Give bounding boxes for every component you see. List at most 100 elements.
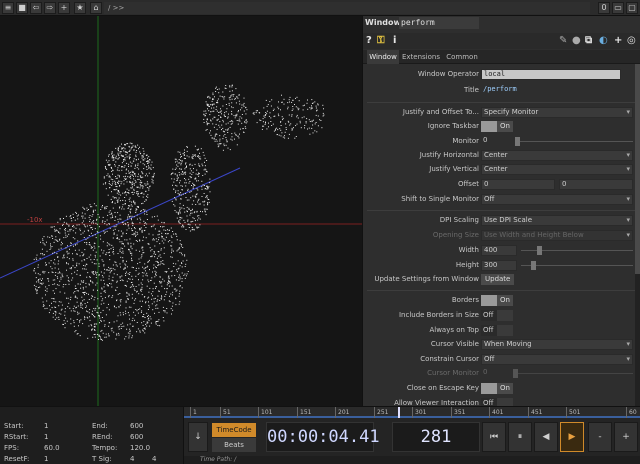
step-back-icon[interactable]: ◀ [534, 422, 558, 452]
point [195, 204, 197, 205]
target-icon[interactable]: ◎ [627, 34, 636, 48]
point [151, 249, 153, 251]
point [174, 158, 176, 160]
justify-horizontal-dropdown[interactable]: Center [481, 150, 633, 161]
frame-display[interactable]: 281 [392, 422, 480, 452]
monitor-slider-knob[interactable] [515, 137, 520, 146]
constrain-cursor-dropdown[interactable]: Off [481, 354, 633, 365]
resetf-value[interactable]: 1 [44, 455, 48, 464]
tab-window[interactable]: Window [367, 50, 399, 64]
monitor-slider[interactable] [519, 141, 633, 142]
width-field[interactable]: 400 [481, 245, 517, 256]
point [242, 128, 244, 130]
point [92, 336, 94, 338]
point [79, 230, 81, 232]
menu-icon[interactable]: ≡ [2, 2, 14, 14]
point [117, 326, 119, 328]
shift-single-monitor-dropdown[interactable]: Off [481, 194, 633, 205]
point [83, 224, 85, 225]
update-button[interactable]: Update [481, 274, 515, 285]
skip-to-start-icon[interactable]: ⏮ [482, 422, 506, 452]
borders-toggle[interactable]: On [481, 295, 513, 306]
height-slider[interactable] [521, 265, 633, 266]
ignore-taskbar-toggle[interactable]: On [481, 121, 513, 132]
tab-extensions[interactable]: Extensions [401, 50, 441, 64]
allow-viewer-toggle[interactable]: Off [481, 398, 513, 406]
end-value[interactable]: 600 [130, 422, 143, 431]
comment-icon[interactable]: ● [572, 34, 581, 48]
tempo-value[interactable]: 120.0 [130, 444, 150, 453]
point [51, 235, 53, 237]
width-slider-knob[interactable] [537, 246, 542, 255]
tsig-b-value[interactable]: 4 [152, 455, 156, 464]
help-icon[interactable]: ? [366, 34, 372, 48]
refresh-icon[interactable]: ◐ [599, 34, 608, 48]
point [106, 252, 108, 254]
dpi-scaling-dropdown[interactable]: Use DPI Scale [481, 215, 633, 226]
info-icon[interactable]: i [393, 34, 396, 48]
point [41, 280, 42, 281]
copy-icon[interactable]: ⧉ [585, 34, 592, 48]
network-path[interactable]: / >> [104, 2, 590, 14]
point [277, 129, 279, 131]
back-icon[interactable]: ⇦ [30, 2, 42, 14]
top-toolbar: ≡ ■ ⇦ ⇨ + ★ ⌂ / >> 0 ▭ ▢ [0, 0, 640, 16]
maximize-icon[interactable]: ▢ [626, 2, 638, 14]
cursor-visible-dropdown[interactable]: When Moving [481, 339, 633, 350]
split-pane-icon[interactable]: ▭ [612, 2, 624, 14]
timeline-ruler[interactable]: 1 51 101 151 201 251 301 351 401 451 501… [184, 406, 640, 419]
point [42, 270, 44, 272]
height-field[interactable]: 300 [481, 260, 517, 271]
justify-vertical-dropdown[interactable]: Center [481, 164, 633, 175]
point [150, 250, 152, 252]
point [186, 215, 188, 217]
python-help-icon[interactable]: ⚿ [377, 34, 385, 48]
point [94, 256, 96, 258]
point [280, 129, 282, 131]
point [131, 335, 133, 337]
tab-common[interactable]: Common [445, 50, 479, 64]
close-escape-toggle[interactable]: On [481, 383, 513, 394]
tsig-a-value[interactable]: 4 [130, 455, 134, 464]
point [75, 244, 76, 246]
height-slider-knob[interactable] [531, 261, 536, 270]
home-icon[interactable]: ⌂ [90, 2, 102, 14]
title-field[interactable]: /perform [481, 85, 621, 96]
pause-icon[interactable]: ⏸ [508, 422, 532, 452]
point [92, 214, 94, 216]
timecode-display[interactable]: 00:00:04.41 [266, 422, 380, 452]
operator-name-field[interactable]: perform [399, 17, 479, 29]
point [76, 215, 78, 217]
justify-offset-dropdown[interactable]: Specify Monitor [481, 107, 633, 118]
monitor-field[interactable]: 0 [481, 136, 517, 147]
point [264, 123, 266, 125]
star-icon[interactable]: ★ [74, 2, 86, 14]
rend-value[interactable]: 600 [130, 433, 143, 442]
panel-scrollbar-thumb[interactable] [635, 64, 640, 274]
play-icon[interactable]: ▶ [560, 422, 584, 452]
pencil-icon[interactable]: ✎ [559, 34, 567, 48]
point [218, 124, 220, 126]
rstart-value[interactable]: 1 [44, 433, 48, 442]
rewind-icon[interactable]: ↓ [188, 422, 208, 452]
always-on-top-toggle[interactable]: Off [481, 325, 513, 336]
stop-icon[interactable]: ■ [16, 2, 28, 14]
add-icon[interactable]: + [58, 2, 70, 14]
pane-counter[interactable]: 0 [598, 2, 610, 14]
3d-viewport[interactable]: -10x [0, 16, 362, 406]
fps-value[interactable]: 60.0 [44, 444, 60, 453]
point [134, 290, 136, 291]
step-back-frame-button[interactable]: - [588, 422, 612, 452]
offset-y-field[interactable]: 0 [559, 179, 633, 190]
offset-x-field[interactable]: 0 [481, 179, 555, 190]
point [159, 264, 161, 266]
window-operator-field[interactable]: local [481, 69, 621, 80]
start-value[interactable]: 1 [44, 422, 48, 431]
beats-mode-button[interactable]: Beats [212, 438, 256, 452]
point [132, 325, 134, 327]
include-borders-toggle[interactable]: Off [481, 310, 513, 321]
forward-icon[interactable]: ⇨ [44, 2, 56, 14]
timecode-mode-button[interactable]: TimeCode [212, 423, 256, 437]
plus-icon[interactable]: + [614, 34, 622, 48]
step-forward-frame-button[interactable]: + [614, 422, 638, 452]
